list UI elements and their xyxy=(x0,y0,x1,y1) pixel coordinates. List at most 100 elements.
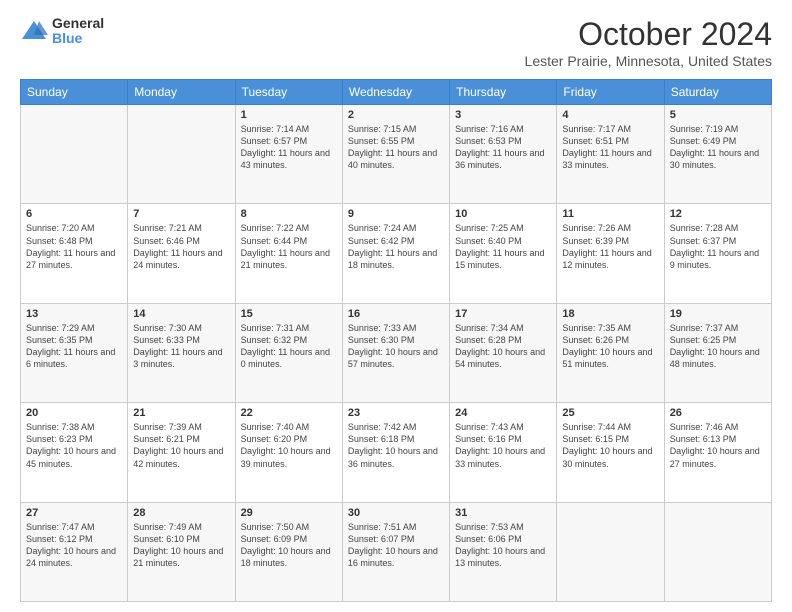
cell-info: Sunrise: 7:16 AM Sunset: 6:53 PM Dayligh… xyxy=(455,123,551,172)
cell-info: Sunrise: 7:19 AM Sunset: 6:49 PM Dayligh… xyxy=(670,123,766,172)
cell-0-3: 2 Sunrise: 7:15 AM Sunset: 6:55 PM Daylig… xyxy=(342,105,449,204)
day-number: 26 xyxy=(670,407,766,419)
cell-3-6: 26 Sunrise: 7:46 AM Sunset: 6:13 PM Dayli… xyxy=(664,403,771,502)
cell-3-0: 20 Sunrise: 7:38 AM Sunset: 6:23 PM Dayli… xyxy=(21,403,128,502)
cell-4-4: 31 Sunrise: 7:53 AM Sunset: 6:06 PM Dayli… xyxy=(450,502,557,601)
cell-0-0 xyxy=(21,105,128,204)
day-number: 30 xyxy=(348,507,444,519)
day-number: 31 xyxy=(455,507,551,519)
cell-4-5 xyxy=(557,502,664,601)
cell-info: Sunrise: 7:38 AM Sunset: 6:23 PM Dayligh… xyxy=(26,421,122,470)
cell-info: Sunrise: 7:20 AM Sunset: 6:48 PM Dayligh… xyxy=(26,222,122,271)
col-tuesday: Tuesday xyxy=(235,80,342,105)
col-saturday: Saturday xyxy=(664,80,771,105)
day-number: 3 xyxy=(455,109,551,121)
day-number: 25 xyxy=(562,407,658,419)
cell-2-4: 17 Sunrise: 7:34 AM Sunset: 6:28 PM Dayli… xyxy=(450,303,557,402)
logo-blue: Blue xyxy=(52,31,104,46)
day-number: 22 xyxy=(241,407,337,419)
cell-info: Sunrise: 7:15 AM Sunset: 6:55 PM Dayligh… xyxy=(348,123,444,172)
cell-info: Sunrise: 7:29 AM Sunset: 6:35 PM Dayligh… xyxy=(26,322,122,371)
cell-info: Sunrise: 7:30 AM Sunset: 6:33 PM Dayligh… xyxy=(133,322,229,371)
cell-2-5: 18Sunrise: 7:35 AM Sunset: 6:26 PM Dayli… xyxy=(557,303,664,402)
day-number: 2 xyxy=(348,109,444,121)
day-number: 10 xyxy=(455,208,551,220)
cell-2-2: 15 Sunrise: 7:31 AM Sunset: 6:32 PM Dayli… xyxy=(235,303,342,402)
cell-2-0: 13Sunrise: 7:29 AM Sunset: 6:35 PM Dayli… xyxy=(21,303,128,402)
cell-info: Sunrise: 7:34 AM Sunset: 6:28 PM Dayligh… xyxy=(455,322,551,371)
cell-info: Sunrise: 7:42 AM Sunset: 6:18 PM Dayligh… xyxy=(348,421,444,470)
cell-1-2: 8 Sunrise: 7:22 AM Sunset: 6:44 PM Daylig… xyxy=(235,204,342,303)
cell-info: Sunrise: 7:31 AM Sunset: 6:32 PM Dayligh… xyxy=(241,322,337,371)
cell-info: Sunrise: 7:53 AM Sunset: 6:06 PM Dayligh… xyxy=(455,521,551,570)
day-number: 28 xyxy=(133,507,229,519)
logo-text: General Blue xyxy=(52,16,104,47)
cell-2-1: 14 Sunrise: 7:30 AM Sunset: 6:33 PM Dayli… xyxy=(128,303,235,402)
cell-3-1: 21Sunrise: 7:39 AM Sunset: 6:21 PM Dayli… xyxy=(128,403,235,502)
day-number: 8 xyxy=(241,208,337,220)
cell-info: Sunrise: 7:46 AM Sunset: 6:13 PM Dayligh… xyxy=(670,421,766,470)
day-number: 19 xyxy=(670,308,766,320)
cell-info: Sunrise: 7:51 AM Sunset: 6:07 PM Dayligh… xyxy=(348,521,444,570)
cell-info: Sunrise: 7:24 AM Sunset: 6:42 PM Dayligh… xyxy=(348,222,444,271)
cell-info: Sunrise: 7:37 AM Sunset: 6:25 PM Dayligh… xyxy=(670,322,766,371)
cell-1-0: 6 Sunrise: 7:20 AM Sunset: 6:48 PM Daylig… xyxy=(21,204,128,303)
cell-0-6: 5 Sunrise: 7:19 AM Sunset: 6:49 PM Daylig… xyxy=(664,105,771,204)
logo-icon xyxy=(20,17,48,45)
day-number: 12 xyxy=(670,208,766,220)
day-number: 14 xyxy=(133,308,229,320)
cell-info: Sunrise: 7:33 AM Sunset: 6:30 PM Dayligh… xyxy=(348,322,444,371)
day-number: 5 xyxy=(670,109,766,121)
cell-3-2: 22 Sunrise: 7:40 AM Sunset: 6:20 PM Dayli… xyxy=(235,403,342,502)
cell-1-1: 7 Sunrise: 7:21 AM Sunset: 6:46 PM Daylig… xyxy=(128,204,235,303)
cell-info: Sunrise: 7:21 AM Sunset: 6:46 PM Dayligh… xyxy=(133,222,229,271)
logo-general: General xyxy=(52,16,104,31)
col-friday: Friday xyxy=(557,80,664,105)
header-row: Sunday Monday Tuesday Wednesday Thursday… xyxy=(21,80,772,105)
cell-info: Sunrise: 7:26 AM Sunset: 6:39 PM Dayligh… xyxy=(562,222,658,271)
cell-info: Sunrise: 7:47 AM Sunset: 6:12 PM Dayligh… xyxy=(26,521,122,570)
day-number: 15 xyxy=(241,308,337,320)
col-wednesday: Wednesday xyxy=(342,80,449,105)
day-number: 29 xyxy=(241,507,337,519)
day-number: 20 xyxy=(26,407,122,419)
cell-3-5: 25Sunrise: 7:44 AM Sunset: 6:15 PM Dayli… xyxy=(557,403,664,502)
day-number: 18 xyxy=(562,308,658,320)
cell-info: Sunrise: 7:49 AM Sunset: 6:10 PM Dayligh… xyxy=(133,521,229,570)
cell-3-3: 23 Sunrise: 7:42 AM Sunset: 6:18 PM Dayli… xyxy=(342,403,449,502)
cell-0-1 xyxy=(128,105,235,204)
cell-4-1: 28 Sunrise: 7:49 AM Sunset: 6:10 PM Dayli… xyxy=(128,502,235,601)
page: General Blue October 2024 Lester Prairie… xyxy=(0,0,792,612)
day-number: 1 xyxy=(241,109,337,121)
cell-1-4: 10 Sunrise: 7:25 AM Sunset: 6:40 PM Dayli… xyxy=(450,204,557,303)
cell-2-6: 19 Sunrise: 7:37 AM Sunset: 6:25 PM Dayli… xyxy=(664,303,771,402)
cell-info: Sunrise: 7:40 AM Sunset: 6:20 PM Dayligh… xyxy=(241,421,337,470)
cell-0-2: 1 Sunrise: 7:14 AM Sunset: 6:57 PM Daylig… xyxy=(235,105,342,204)
week-row-2: 6 Sunrise: 7:20 AM Sunset: 6:48 PM Daylig… xyxy=(21,204,772,303)
week-row-5: 27Sunrise: 7:47 AM Sunset: 6:12 PM Dayli… xyxy=(21,502,772,601)
day-number: 7 xyxy=(133,208,229,220)
day-number: 9 xyxy=(348,208,444,220)
col-monday: Monday xyxy=(128,80,235,105)
cell-4-0: 27Sunrise: 7:47 AM Sunset: 6:12 PM Dayli… xyxy=(21,502,128,601)
cell-1-5: 11Sunrise: 7:26 AM Sunset: 6:39 PM Dayli… xyxy=(557,204,664,303)
day-number: 17 xyxy=(455,308,551,320)
cell-info: Sunrise: 7:22 AM Sunset: 6:44 PM Dayligh… xyxy=(241,222,337,271)
day-number: 4 xyxy=(562,109,658,121)
cell-3-4: 24 Sunrise: 7:43 AM Sunset: 6:16 PM Dayli… xyxy=(450,403,557,502)
cell-1-6: 12 Sunrise: 7:28 AM Sunset: 6:37 PM Dayli… xyxy=(664,204,771,303)
day-number: 24 xyxy=(455,407,551,419)
cell-4-6 xyxy=(664,502,771,601)
day-number: 23 xyxy=(348,407,444,419)
cell-info: Sunrise: 7:14 AM Sunset: 6:57 PM Dayligh… xyxy=(241,123,337,172)
week-row-3: 13Sunrise: 7:29 AM Sunset: 6:35 PM Dayli… xyxy=(21,303,772,402)
cell-4-3: 30 Sunrise: 7:51 AM Sunset: 6:07 PM Dayli… xyxy=(342,502,449,601)
cell-info: Sunrise: 7:25 AM Sunset: 6:40 PM Dayligh… xyxy=(455,222,551,271)
cell-info: Sunrise: 7:43 AM Sunset: 6:16 PM Dayligh… xyxy=(455,421,551,470)
month-title: October 2024 xyxy=(525,16,772,53)
cell-0-4: 3 Sunrise: 7:16 AM Sunset: 6:53 PM Daylig… xyxy=(450,105,557,204)
cell-2-3: 16Sunrise: 7:33 AM Sunset: 6:30 PM Dayli… xyxy=(342,303,449,402)
cell-info: Sunrise: 7:28 AM Sunset: 6:37 PM Dayligh… xyxy=(670,222,766,271)
day-number: 6 xyxy=(26,208,122,220)
cell-0-5: 4Sunrise: 7:17 AM Sunset: 6:51 PM Daylig… xyxy=(557,105,664,204)
